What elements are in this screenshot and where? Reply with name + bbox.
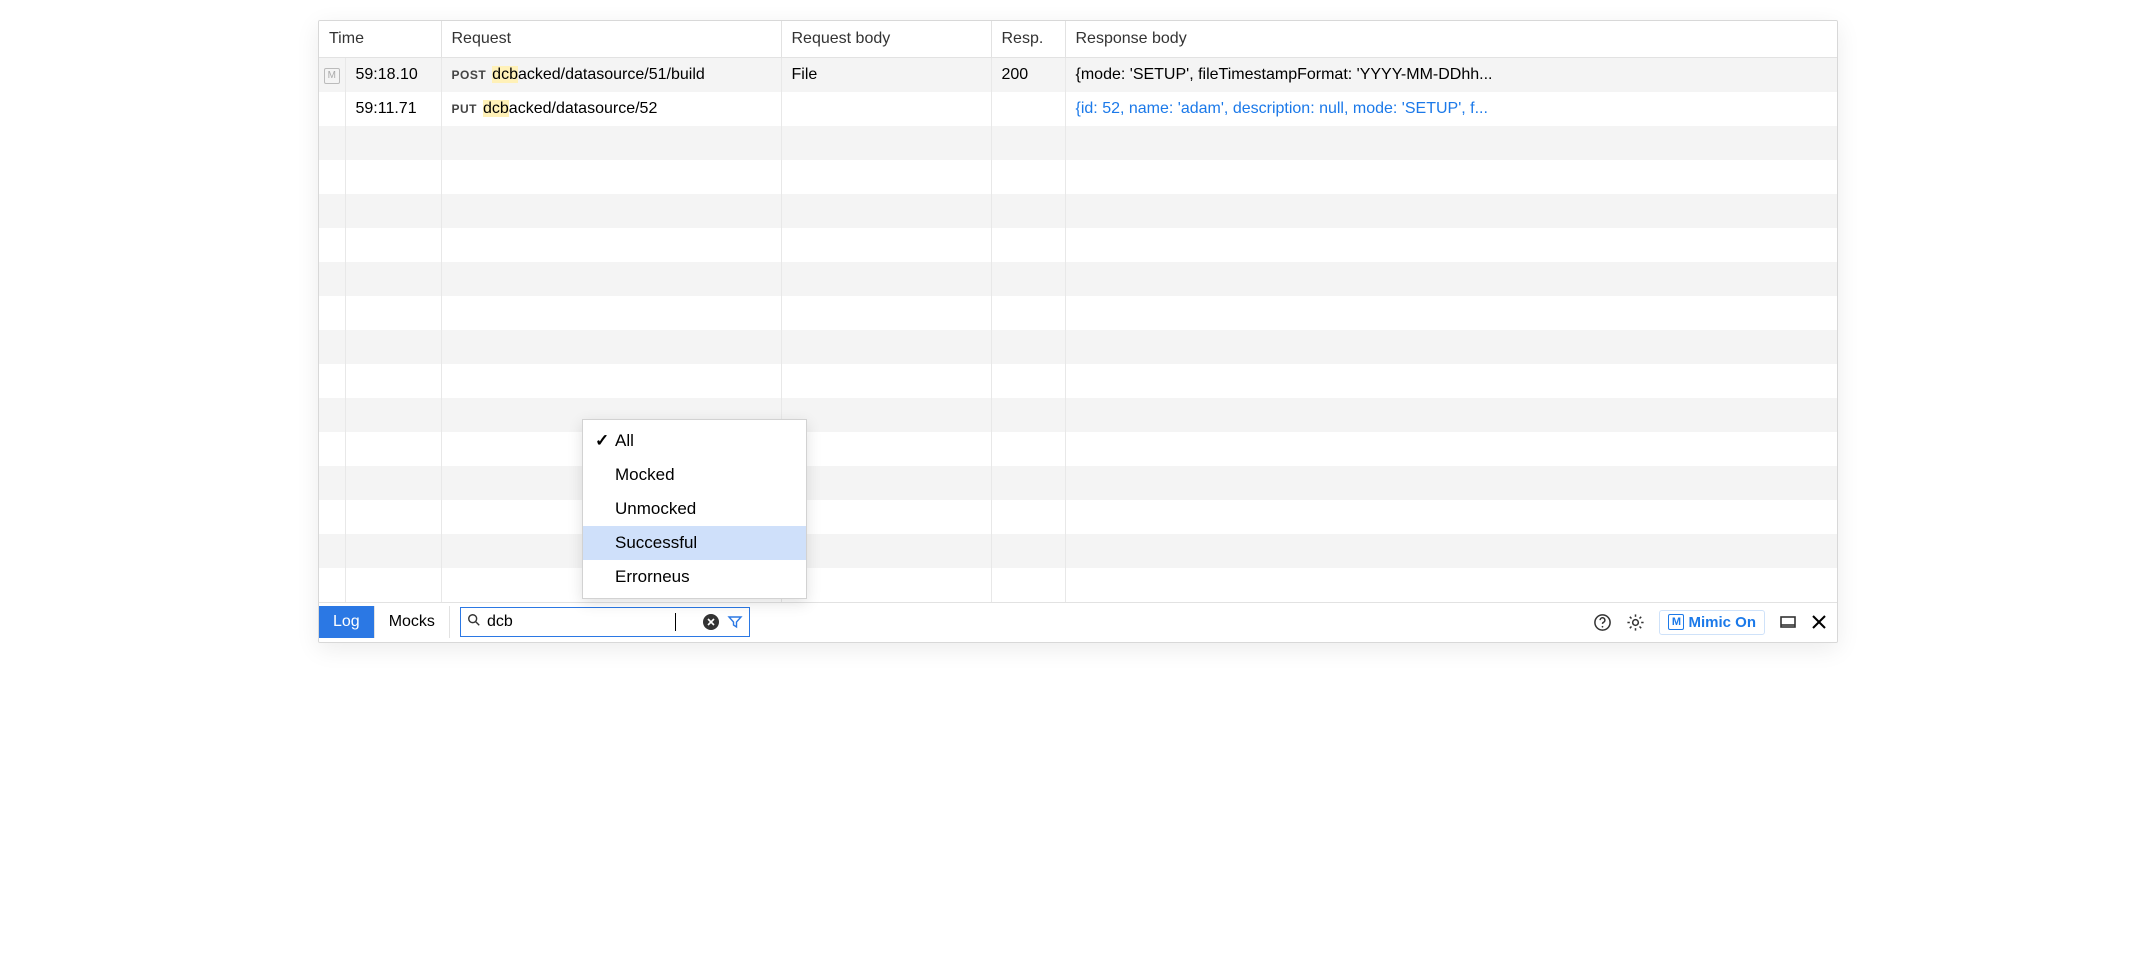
help-icon[interactable] bbox=[1593, 613, 1612, 632]
cell-request: POSTdcbacked/datasource/51/build bbox=[441, 58, 781, 92]
mimic-m-icon: M bbox=[1668, 614, 1684, 630]
filter-menu-item[interactable]: Unmocked bbox=[583, 492, 806, 526]
table-row-empty bbox=[319, 160, 1837, 194]
search-input[interactable] bbox=[487, 613, 677, 631]
filter-menu-item[interactable]: ✓All bbox=[583, 424, 806, 458]
filter-button[interactable] bbox=[727, 614, 743, 630]
cell-resp-status bbox=[991, 92, 1065, 126]
tab-log[interactable]: Log bbox=[319, 606, 375, 638]
filter-menu-item[interactable]: Successful bbox=[583, 526, 806, 560]
cell-response-body: {mode: 'SETUP', fileTimestampFormat: 'YY… bbox=[1065, 58, 1837, 92]
row-mock-indicator: M bbox=[319, 58, 345, 92]
cell-request-body: File bbox=[781, 58, 991, 92]
table-body: M59:18.10POSTdcbacked/datasource/51/buil… bbox=[319, 58, 1837, 602]
table-row-empty bbox=[319, 262, 1837, 296]
right-toolbar-icons: M Mimic On bbox=[1593, 610, 1831, 635]
mimic-toggle[interactable]: M Mimic On bbox=[1659, 610, 1765, 635]
mimic-label: Mimic On bbox=[1688, 614, 1756, 631]
table-header-row: Time Request Request body Resp. Response… bbox=[319, 21, 1837, 58]
table-row[interactable]: 59:11.71PUTdcbacked/datasource/52{id: 52… bbox=[319, 92, 1837, 126]
col-header-request-body[interactable]: Request body bbox=[781, 21, 991, 58]
minimize-icon[interactable] bbox=[1779, 613, 1797, 631]
table-row-empty bbox=[319, 466, 1837, 500]
filter-menu-label: Mocked bbox=[615, 465, 675, 485]
filter-menu-item[interactable]: Errorneus bbox=[583, 560, 806, 594]
mock-m-icon: M bbox=[324, 68, 340, 84]
http-method-badge: PUT bbox=[452, 102, 478, 116]
tab-mocks[interactable]: Mocks bbox=[375, 606, 450, 638]
table-row-empty bbox=[319, 500, 1837, 534]
search-icon bbox=[467, 613, 481, 631]
bottom-toolbar: Log Mocks M Mimic On bbox=[319, 602, 1837, 642]
filter-popup-menu: ✓All Mocked Unmocked Successful Errorneus bbox=[582, 419, 807, 599]
table-row-empty bbox=[319, 534, 1837, 568]
gear-icon[interactable] bbox=[1626, 613, 1645, 632]
table-row-empty bbox=[319, 568, 1837, 602]
col-header-response-body[interactable]: Response body bbox=[1065, 21, 1837, 58]
log-table: Time Request Request body Resp. Response… bbox=[319, 21, 1837, 602]
clear-search-button[interactable] bbox=[703, 614, 719, 630]
cell-request-body bbox=[781, 92, 991, 126]
search-highlight: dcb bbox=[492, 66, 518, 83]
table-row-empty bbox=[319, 432, 1837, 466]
search-field-wrap[interactable] bbox=[460, 607, 750, 637]
cell-response-body[interactable]: {id: 52, name: 'adam', description: null… bbox=[1065, 92, 1837, 126]
row-mock-indicator bbox=[319, 92, 345, 126]
filter-menu-label: Errorneus bbox=[615, 567, 690, 587]
filter-menu-label: All bbox=[615, 431, 634, 451]
checkmark-icon: ✓ bbox=[595, 431, 615, 451]
network-log-panel: Time Request Request body Resp. Response… bbox=[318, 20, 1838, 643]
col-header-request[interactable]: Request bbox=[441, 21, 781, 58]
close-icon[interactable] bbox=[1811, 614, 1827, 630]
http-method-badge: POST bbox=[452, 68, 487, 82]
table-row-empty bbox=[319, 364, 1837, 398]
table-row-empty bbox=[319, 228, 1837, 262]
filter-menu-label: Unmocked bbox=[615, 499, 696, 519]
text-cursor bbox=[675, 613, 676, 631]
filter-menu-label: Successful bbox=[615, 533, 697, 553]
table-row-empty bbox=[319, 330, 1837, 364]
col-header-resp[interactable]: Resp. bbox=[991, 21, 1065, 58]
search-highlight: dcb bbox=[483, 100, 509, 117]
table-row-empty bbox=[319, 398, 1837, 432]
table-row[interactable]: M59:18.10POSTdcbacked/datasource/51/buil… bbox=[319, 58, 1837, 92]
col-header-time[interactable]: Time bbox=[319, 21, 441, 58]
cell-time: 59:18.10 bbox=[345, 58, 441, 92]
table-row-empty bbox=[319, 194, 1837, 228]
cell-resp-status: 200 bbox=[991, 58, 1065, 92]
cell-request: PUTdcbacked/datasource/52 bbox=[441, 92, 781, 126]
cell-time: 59:11.71 bbox=[345, 92, 441, 126]
table-row-empty bbox=[319, 296, 1837, 330]
filter-menu-item[interactable]: Mocked bbox=[583, 458, 806, 492]
table-row-empty bbox=[319, 126, 1837, 160]
